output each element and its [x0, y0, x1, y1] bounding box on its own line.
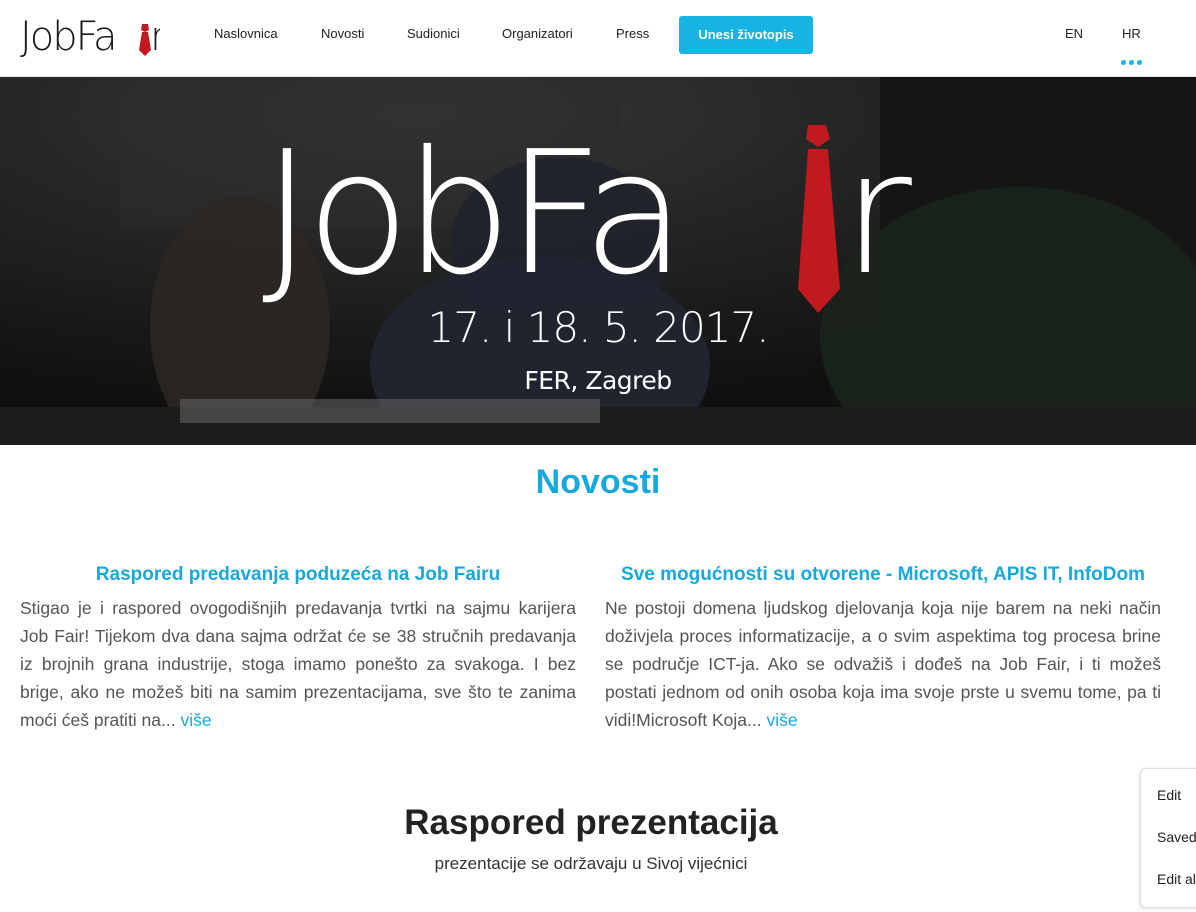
edit-all-button[interactable]: Edit al: [1157, 871, 1196, 887]
site-logo[interactable]: JobFa r: [20, 10, 167, 60]
lang-en[interactable]: EN: [1065, 26, 1083, 41]
read-more-link[interactable]: više: [766, 710, 797, 730]
event-date: 17. i 18. 5. 2017.: [427, 303, 770, 352]
svg-text:JobFa: JobFa: [20, 14, 116, 60]
event-location: FER, Zagreb: [524, 366, 672, 395]
schedule-title: Raspored prezentacija: [404, 803, 778, 842]
svg-text:r: r: [842, 115, 912, 313]
submit-cv-button[interactable]: Unesi životopis: [679, 16, 813, 54]
nav-novosti[interactable]: Novosti: [321, 26, 364, 41]
hero-banner: JobFa r 17. i 18. 5. 2017. FER, Zagreb: [0, 77, 1196, 445]
active-language-indicator: [1121, 60, 1143, 66]
nav-organizatori[interactable]: Organizatori: [502, 26, 573, 41]
news-card: Raspored predavanja poduzeća na Job Fair…: [20, 562, 576, 734]
nav-sudionici[interactable]: Sudionici: [407, 26, 460, 41]
news-excerpt: Ne postoji domena ljudskog djelovanja ko…: [605, 594, 1161, 734]
news-card: Sve mogućnosti su otvorene - Microsoft, …: [605, 562, 1161, 734]
schedule-subtitle: prezentacije se održavaju u Sivoj vijećn…: [434, 854, 748, 873]
news-title-link[interactable]: Sve mogućnosti su otvorene - Microsoft, …: [605, 562, 1161, 588]
news-excerpt-text: Ne postoji domena ljudskog djelovanja ko…: [605, 598, 1161, 730]
edit-side-panel: Edit Saved Edit al: [1140, 768, 1196, 908]
news-title-link[interactable]: Raspored predavanja poduzeća na Job Fair…: [20, 562, 576, 588]
svg-text:r: r: [150, 14, 160, 60]
read-more-link[interactable]: više: [181, 710, 212, 730]
nav-naslovnica[interactable]: Naslovnica: [214, 26, 278, 41]
edit-button[interactable]: Edit: [1157, 787, 1181, 803]
saved-button[interactable]: Saved: [1157, 829, 1196, 845]
hero-logo-text: JobFa: [262, 115, 680, 313]
news-section-title: Novosti: [535, 463, 661, 501]
lang-hr[interactable]: HR: [1122, 26, 1141, 41]
nav-press[interactable]: Press: [616, 26, 649, 41]
top-navbar: JobFa r Naslovnica Novosti Sudionici Org…: [0, 0, 1196, 77]
news-excerpt: Stigao je i raspored ovogodišnjih predav…: [20, 594, 576, 734]
news-excerpt-text: Stigao je i raspored ovogodišnjih predav…: [20, 598, 576, 730]
jobfair-logo-mark: JobFa r: [20, 14, 167, 60]
